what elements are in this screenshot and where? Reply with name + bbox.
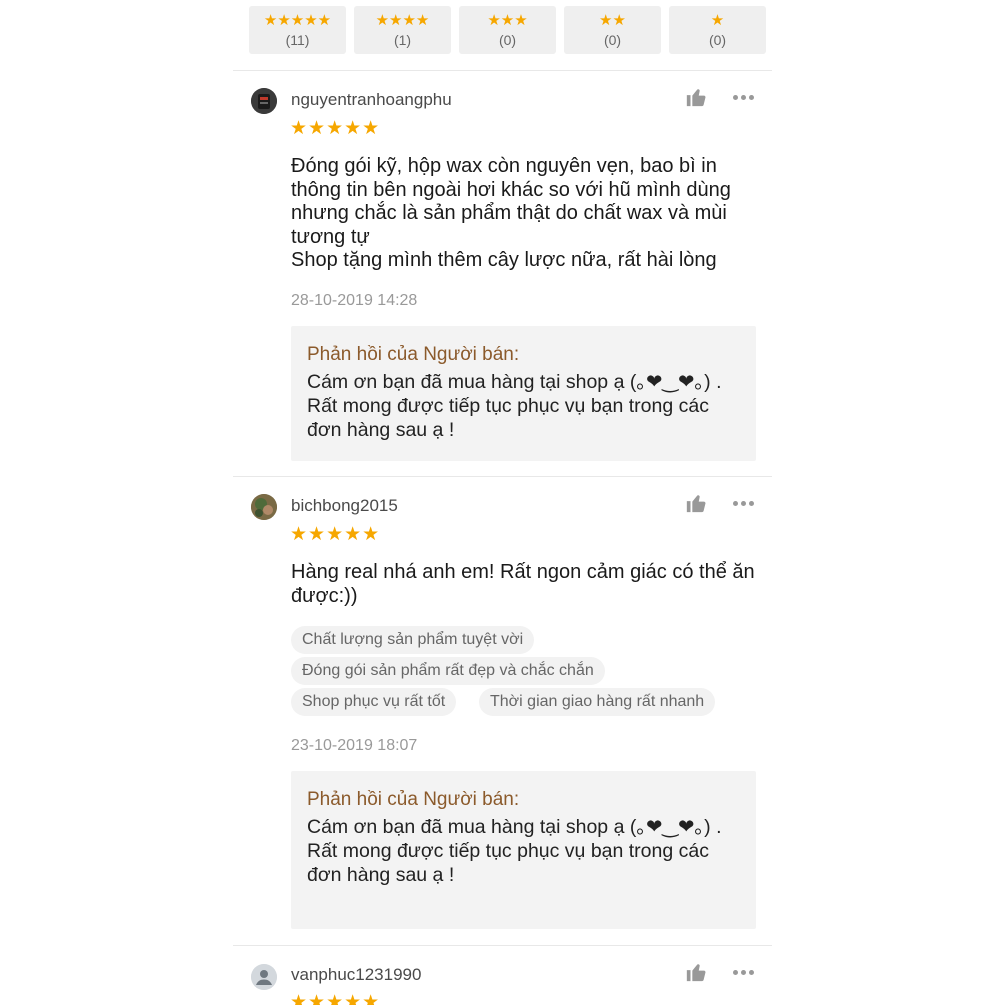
star-icons: ★★★ bbox=[487, 11, 528, 29]
avatar[interactable] bbox=[251, 964, 277, 990]
reply-title: Phản hồi của Người bán: bbox=[307, 344, 520, 365]
review-tag[interactable]: Đóng gói sản phẩm rất đẹp và chắc chắn bbox=[291, 657, 605, 685]
avatar[interactable] bbox=[251, 494, 277, 520]
more-dots-icon[interactable] bbox=[733, 968, 757, 976]
review-tag[interactable]: Chất lượng sản phẩm tuyệt vời bbox=[291, 626, 535, 654]
reply-title: Phản hồi của Người bán: bbox=[307, 789, 520, 810]
avatar[interactable] bbox=[251, 88, 277, 114]
filter-count: (1) bbox=[393, 31, 412, 48]
thumbs-up-icon[interactable] bbox=[685, 961, 707, 983]
more-dots-icon[interactable] bbox=[733, 499, 757, 507]
review-item: bichbong2015 ★★★★★ Hàng real nhá anh em!… bbox=[233, 476, 772, 945]
star-icons: ★★★★★ bbox=[263, 11, 332, 29]
review-item: nguyentranhoangphu ★★★★★ Đóng gói kỹ, hộ… bbox=[233, 70, 772, 476]
review-date: 28-10-2019 14:28 bbox=[291, 292, 418, 309]
thumbs-up-icon[interactable] bbox=[685, 492, 707, 514]
star-icons: ★ bbox=[710, 11, 725, 29]
review-tag[interactable]: Thời gian giao hàng rất nhanh bbox=[479, 688, 716, 716]
filter-count: (0) bbox=[498, 31, 517, 48]
filter-3-star[interactable]: ★★★ (0) bbox=[459, 6, 556, 54]
filter-2-star[interactable]: ★★ (0) bbox=[564, 6, 661, 54]
filter-1-star[interactable]: ★ (0) bbox=[669, 6, 766, 54]
review-tag[interactable]: Shop phục vụ rất tốt bbox=[291, 688, 457, 716]
star-icons: ★★★★ bbox=[375, 11, 430, 29]
user-icon bbox=[251, 964, 277, 990]
star-filter-row: ★★★★★ (11) ★★★★ (1) ★★★ (0) ★★ (0) ★ (0) bbox=[249, 6, 766, 54]
review-stars: ★★★★★ bbox=[290, 118, 381, 139]
review-username[interactable]: nguyentranhoangphu bbox=[291, 90, 452, 110]
review-text: Đóng gói kỹ, hộp wax còn nguyên vẹn, bao… bbox=[291, 155, 731, 271]
review-tags: Chất lượng sản phẩm tuyệt vời Đóng gói s… bbox=[291, 626, 761, 718]
more-dots-icon[interactable] bbox=[733, 93, 757, 101]
seller-reply: Phản hồi của Người bán: Cám ơn bạn đã mu… bbox=[291, 771, 756, 929]
thumbs-up-icon[interactable] bbox=[685, 86, 707, 108]
avatar-image bbox=[251, 88, 277, 114]
filter-count: (0) bbox=[603, 31, 622, 48]
filter-4-star[interactable]: ★★★★ (1) bbox=[354, 6, 451, 54]
review-stars: ★★★★★ bbox=[290, 992, 381, 1005]
reply-text: Cám ơn bạn đã mua hàng tại shop ạ (｡❤‿❤｡… bbox=[307, 371, 722, 441]
review-username[interactable]: vanphuc1231990 bbox=[291, 965, 421, 985]
review-item: vanphuc1231990 ★★★★★ bbox=[233, 945, 772, 1005]
ratings-panel: ★★★★★ (11) ★★★★ (1) ★★★ (0) ★★ (0) ★ (0) bbox=[233, 0, 772, 1005]
filter-count: (11) bbox=[285, 31, 310, 48]
filter-count: (0) bbox=[708, 31, 727, 48]
review-text: Hàng real nhá anh em! Rất ngon cảm giác … bbox=[291, 561, 755, 607]
star-icons: ★★ bbox=[599, 11, 626, 29]
reply-text: Cám ơn bạn đã mua hàng tại shop ạ (｡❤‿❤｡… bbox=[307, 816, 722, 886]
review-stars: ★★★★★ bbox=[290, 524, 381, 545]
avatar-image bbox=[251, 494, 277, 520]
filter-5-star[interactable]: ★★★★★ (11) bbox=[249, 6, 346, 54]
seller-reply: Phản hồi của Người bán: Cám ơn bạn đã mu… bbox=[291, 326, 756, 461]
review-username[interactable]: bichbong2015 bbox=[291, 496, 398, 516]
review-date: 23-10-2019 18:07 bbox=[291, 737, 418, 754]
